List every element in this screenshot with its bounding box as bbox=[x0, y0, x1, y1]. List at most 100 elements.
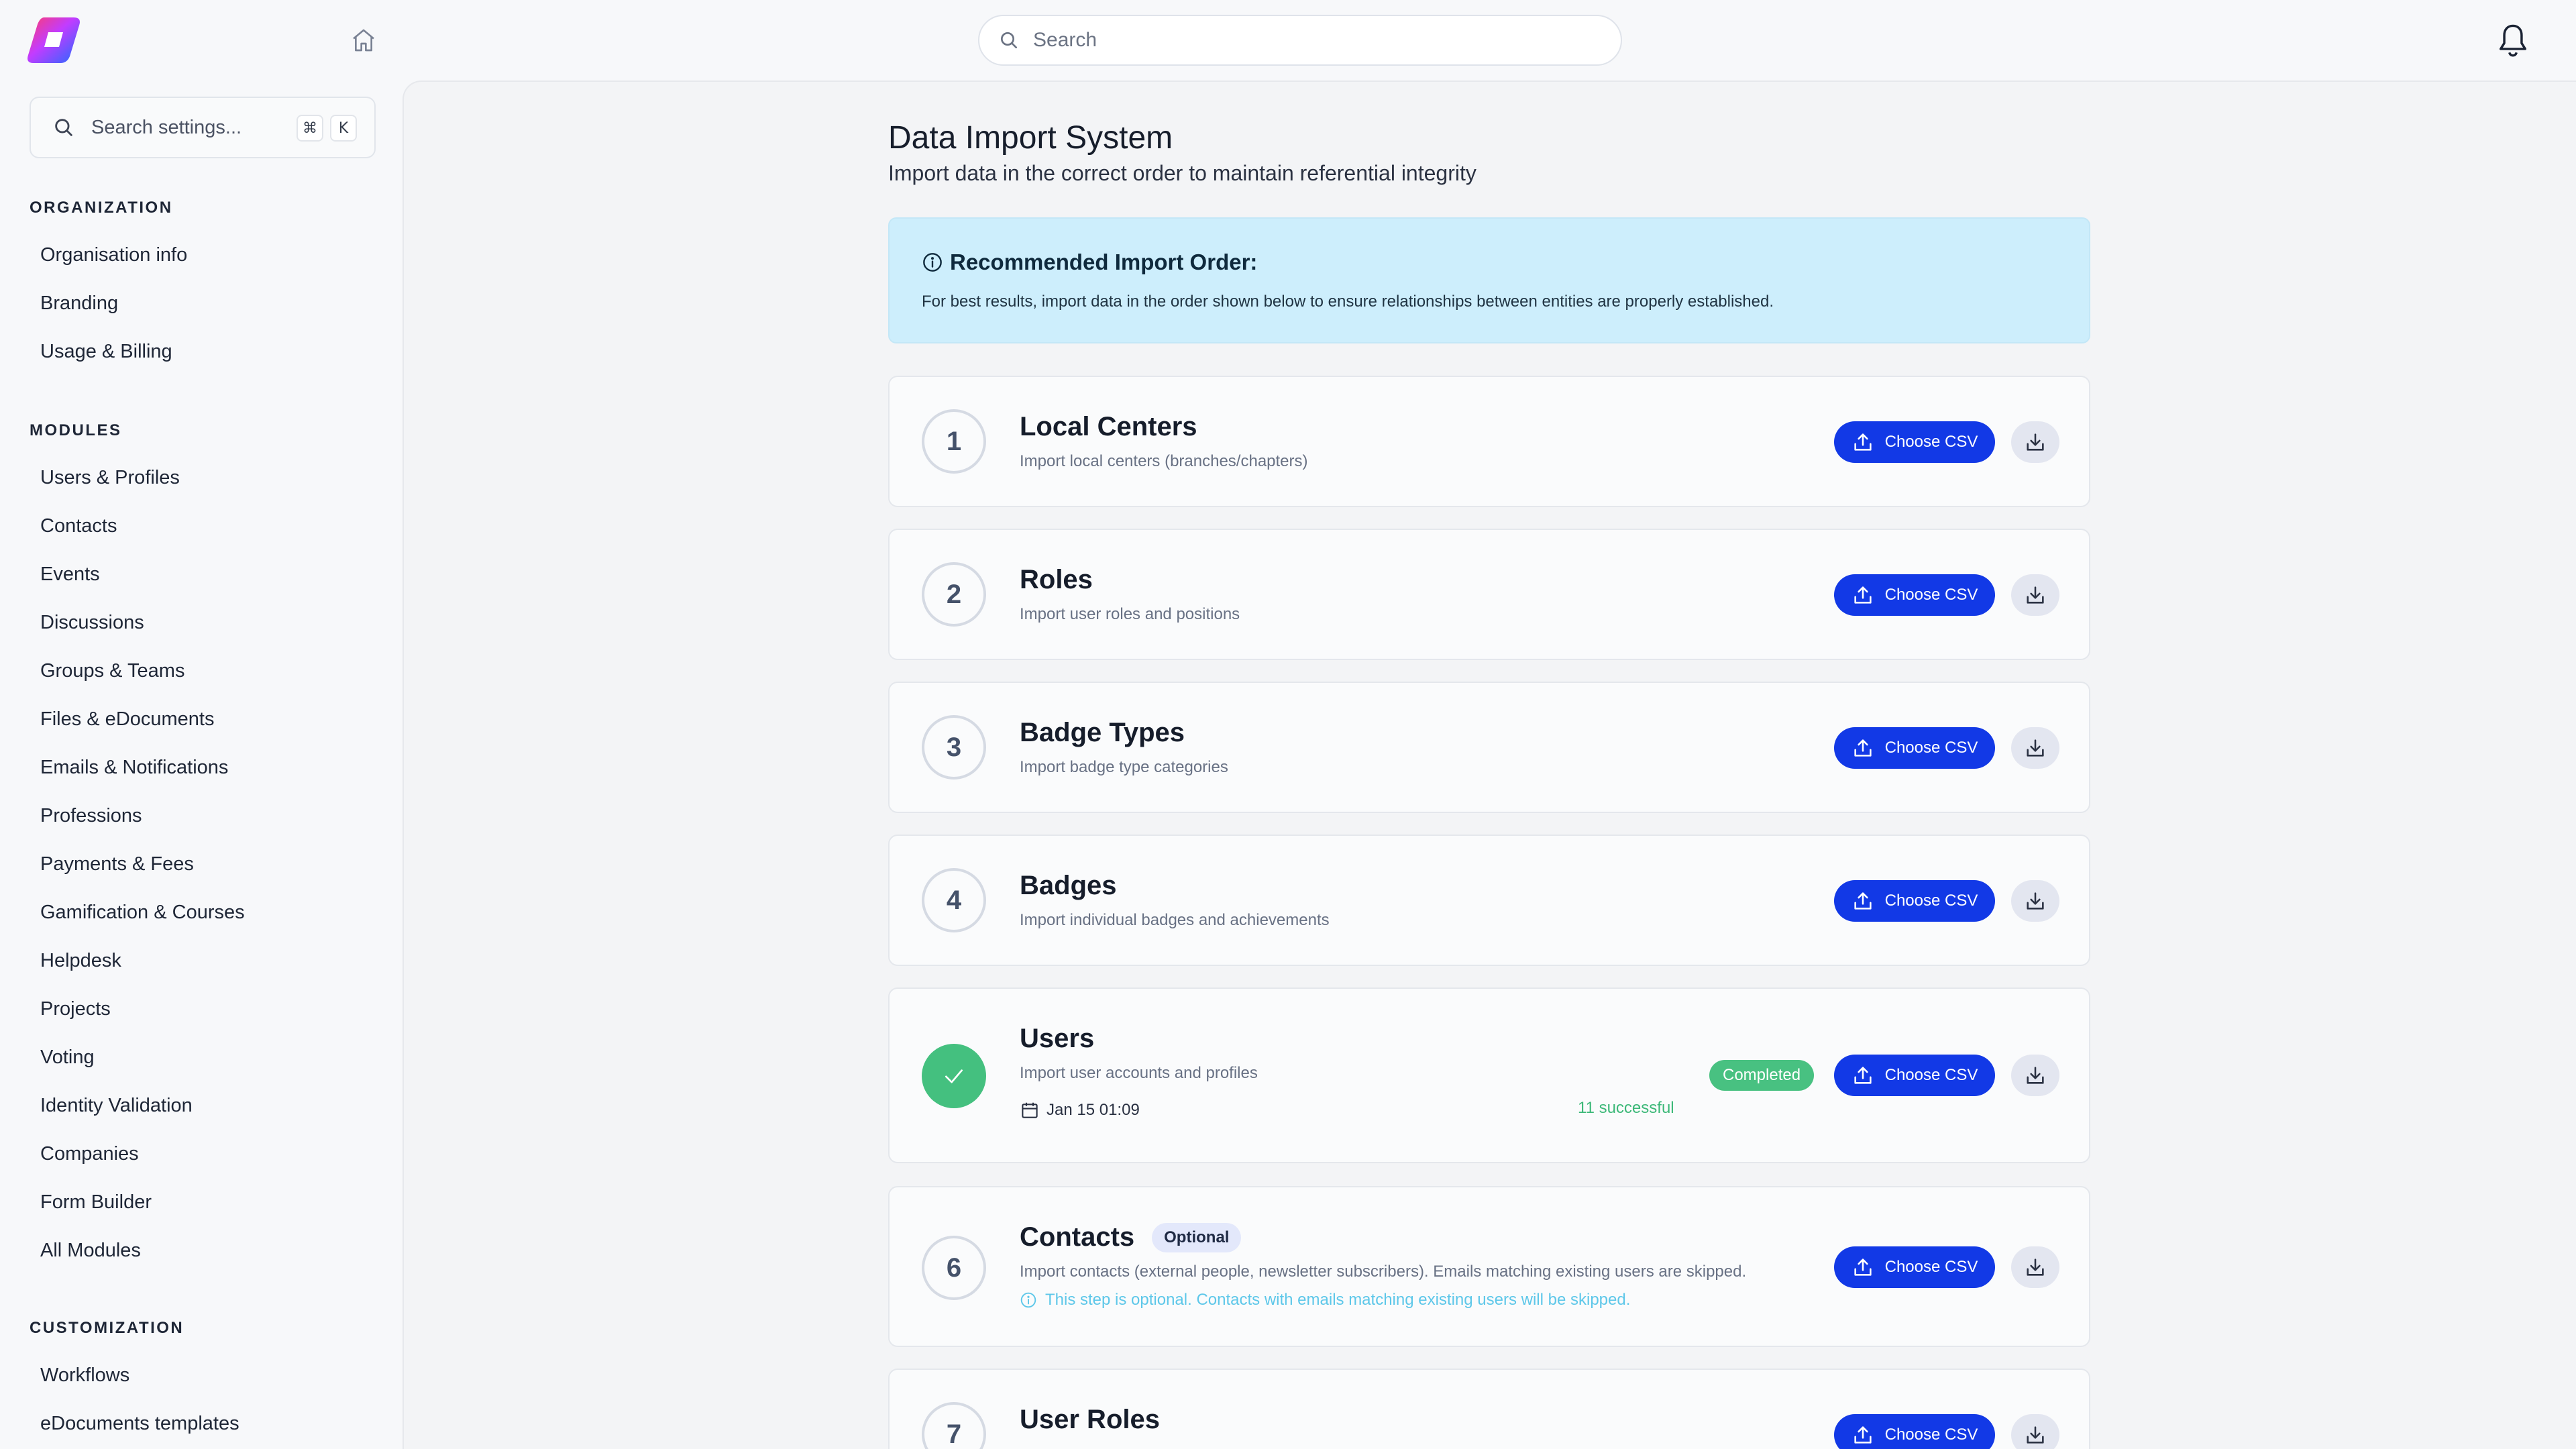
page-title: Data Import System bbox=[888, 120, 1173, 156]
sidebar-item-organisation-info[interactable]: Organisation info bbox=[0, 231, 402, 279]
settings-sidebar: ⌘ K ORGANIZATION Organisation info Brand… bbox=[0, 80, 402, 1449]
sidebar-item-discussions[interactable]: Discussions bbox=[0, 598, 402, 647]
upload-icon bbox=[1851, 584, 1874, 606]
step-number: 3 bbox=[922, 715, 986, 780]
sidebar-item-voting[interactable]: Voting bbox=[0, 1033, 402, 1081]
import-step-card: 6 Contacts Optional Import contacts (ext… bbox=[888, 1186, 2090, 1347]
sidebar-item-edocuments-templates[interactable]: eDocuments templates bbox=[0, 1399, 402, 1448]
sidebar-item-emails-notifications[interactable]: Emails & Notifications bbox=[0, 743, 402, 792]
step-title: Roles bbox=[1020, 565, 1093, 594]
info-icon bbox=[922, 252, 943, 273]
step-number: 1 bbox=[922, 409, 986, 474]
import-step-card: 1 Local Centers Import local centers (br… bbox=[888, 376, 2090, 507]
sidebar-item-projects[interactable]: Projects bbox=[0, 985, 402, 1033]
sidebar-item-contacts[interactable]: Contacts bbox=[0, 502, 402, 550]
notifications-button[interactable] bbox=[2494, 20, 2532, 60]
upload-icon bbox=[1851, 431, 1874, 453]
choose-csv-label: Choose CSV bbox=[1884, 1066, 1978, 1084]
download-template-button[interactable] bbox=[2011, 574, 2059, 616]
settings-search-input[interactable] bbox=[91, 116, 292, 139]
status-badge: Completed bbox=[1709, 1060, 1815, 1091]
choose-csv-button[interactable]: Choose CSV bbox=[1834, 727, 1995, 769]
step-title-text: Contacts bbox=[1020, 1222, 1135, 1252]
sidebar-item-companies[interactable]: Companies bbox=[0, 1130, 402, 1178]
step-title: Contacts Optional bbox=[1020, 1222, 1242, 1252]
shortcut-key-cmd: ⌘ bbox=[297, 115, 323, 142]
settings-search[interactable]: ⌘ K bbox=[30, 97, 376, 158]
sidebar-item-gamification-courses[interactable]: Gamification & Courses bbox=[0, 888, 402, 936]
info-icon bbox=[1020, 1291, 1037, 1309]
step-number: 2 bbox=[922, 562, 986, 627]
info-text: For best results, import data in the ord… bbox=[922, 292, 1774, 311]
choose-csv-label: Choose CSV bbox=[1884, 433, 1978, 451]
import-step-card: 7 User Roles Choose CSV bbox=[888, 1368, 2090, 1449]
nav-heading: MODULES bbox=[30, 421, 122, 439]
sidebar-item-all-modules[interactable]: All Modules bbox=[0, 1226, 402, 1275]
sidebar-item-users-profiles[interactable]: Users & Profiles bbox=[0, 453, 402, 502]
sidebar-item-events[interactable]: Events bbox=[0, 550, 402, 598]
sidebar-item-files-edocuments[interactable]: Files & eDocuments bbox=[0, 695, 402, 743]
nav-section-customization: CUSTOMIZATION Workflows eDocuments templ… bbox=[0, 1315, 402, 1448]
import-step-card: 2 Roles Import user roles and positions … bbox=[888, 529, 2090, 660]
sidebar-item-form-builder[interactable]: Form Builder bbox=[0, 1178, 402, 1226]
sidebar-item-groups-teams[interactable]: Groups & Teams bbox=[0, 647, 402, 695]
calendar-icon bbox=[1020, 1100, 1040, 1120]
download-icon bbox=[2024, 890, 2047, 912]
choose-csv-button[interactable]: Choose CSV bbox=[1834, 1246, 1995, 1288]
download-template-button[interactable] bbox=[2011, 880, 2059, 922]
step-description: Import user roles and positions bbox=[1020, 605, 1240, 623]
sidebar-item-branding[interactable]: Branding bbox=[0, 279, 402, 327]
sidebar-item-payments-fees[interactable]: Payments & Fees bbox=[0, 840, 402, 888]
bell-icon bbox=[2496, 21, 2530, 59]
step-title: Local Centers bbox=[1020, 412, 1197, 441]
info-title: Recommended Import Order: bbox=[922, 250, 1257, 275]
main-content: Data Import System Import data in the co… bbox=[402, 80, 2576, 1449]
download-icon bbox=[2024, 1256, 2047, 1279]
nav-heading: ORGANIZATION bbox=[30, 199, 173, 217]
optional-note-text: This step is optional. Contacts with ema… bbox=[1045, 1291, 1631, 1309]
download-template-button[interactable] bbox=[2011, 727, 2059, 769]
choose-csv-button[interactable]: Choose CSV bbox=[1834, 574, 1995, 616]
optional-badge: Optional bbox=[1152, 1222, 1242, 1252]
step-description: Import contacts (external people, newsle… bbox=[1020, 1263, 1747, 1281]
step-title: Badge Types bbox=[1020, 718, 1185, 747]
sidebar-item-identity-validation[interactable]: Identity Validation bbox=[0, 1081, 402, 1130]
global-search[interactable] bbox=[978, 15, 1622, 66]
sidebar-item-helpdesk[interactable]: Helpdesk bbox=[0, 936, 402, 985]
upload-icon bbox=[1851, 1064, 1874, 1087]
choose-csv-label: Choose CSV bbox=[1884, 1258, 1978, 1276]
recommended-order-info: Recommended Import Order: For best resul… bbox=[888, 217, 2090, 343]
step-completed-indicator bbox=[922, 1044, 986, 1108]
global-search-input[interactable] bbox=[1033, 29, 1583, 52]
page-subtitle: Import data in the correct order to main… bbox=[888, 161, 1477, 185]
choose-csv-button[interactable]: Choose CSV bbox=[1834, 421, 1995, 463]
nav-heading: CUSTOMIZATION bbox=[30, 1319, 184, 1337]
step-description: Import user accounts and profiles bbox=[1020, 1064, 1258, 1082]
choose-csv-button[interactable]: Choose CSV bbox=[1834, 1414, 1995, 1449]
choose-csv-button[interactable]: Choose CSV bbox=[1834, 1055, 1995, 1096]
search-icon bbox=[998, 30, 1020, 51]
choose-csv-button[interactable]: Choose CSV bbox=[1834, 880, 1995, 922]
upload-icon bbox=[1851, 890, 1874, 912]
step-number: 7 bbox=[922, 1402, 986, 1449]
top-bar bbox=[0, 0, 2576, 80]
download-template-button[interactable] bbox=[2011, 1055, 2059, 1096]
upload-icon bbox=[1851, 1256, 1874, 1279]
sidebar-item-usage-billing[interactable]: Usage & Billing bbox=[0, 327, 402, 376]
home-button[interactable] bbox=[347, 24, 380, 56]
choose-csv-label: Choose CSV bbox=[1884, 739, 1978, 757]
choose-csv-label: Choose CSV bbox=[1884, 892, 1978, 910]
app-logo[interactable] bbox=[25, 15, 82, 66]
step-title: Users bbox=[1020, 1024, 1095, 1053]
sidebar-item-workflows[interactable]: Workflows bbox=[0, 1351, 402, 1399]
download-template-button[interactable] bbox=[2011, 1414, 2059, 1449]
info-title-text: Recommended Import Order: bbox=[950, 250, 1258, 274]
download-template-button[interactable] bbox=[2011, 1246, 2059, 1288]
upload-icon bbox=[1851, 737, 1874, 759]
download-icon bbox=[2024, 737, 2047, 759]
step-title: User Roles bbox=[1020, 1405, 1160, 1434]
step-description: Import badge type categories bbox=[1020, 758, 1228, 776]
sidebar-item-professions[interactable]: Professions bbox=[0, 792, 402, 840]
download-template-button[interactable] bbox=[2011, 421, 2059, 463]
import-result: 11 successful bbox=[1578, 1099, 1674, 1117]
